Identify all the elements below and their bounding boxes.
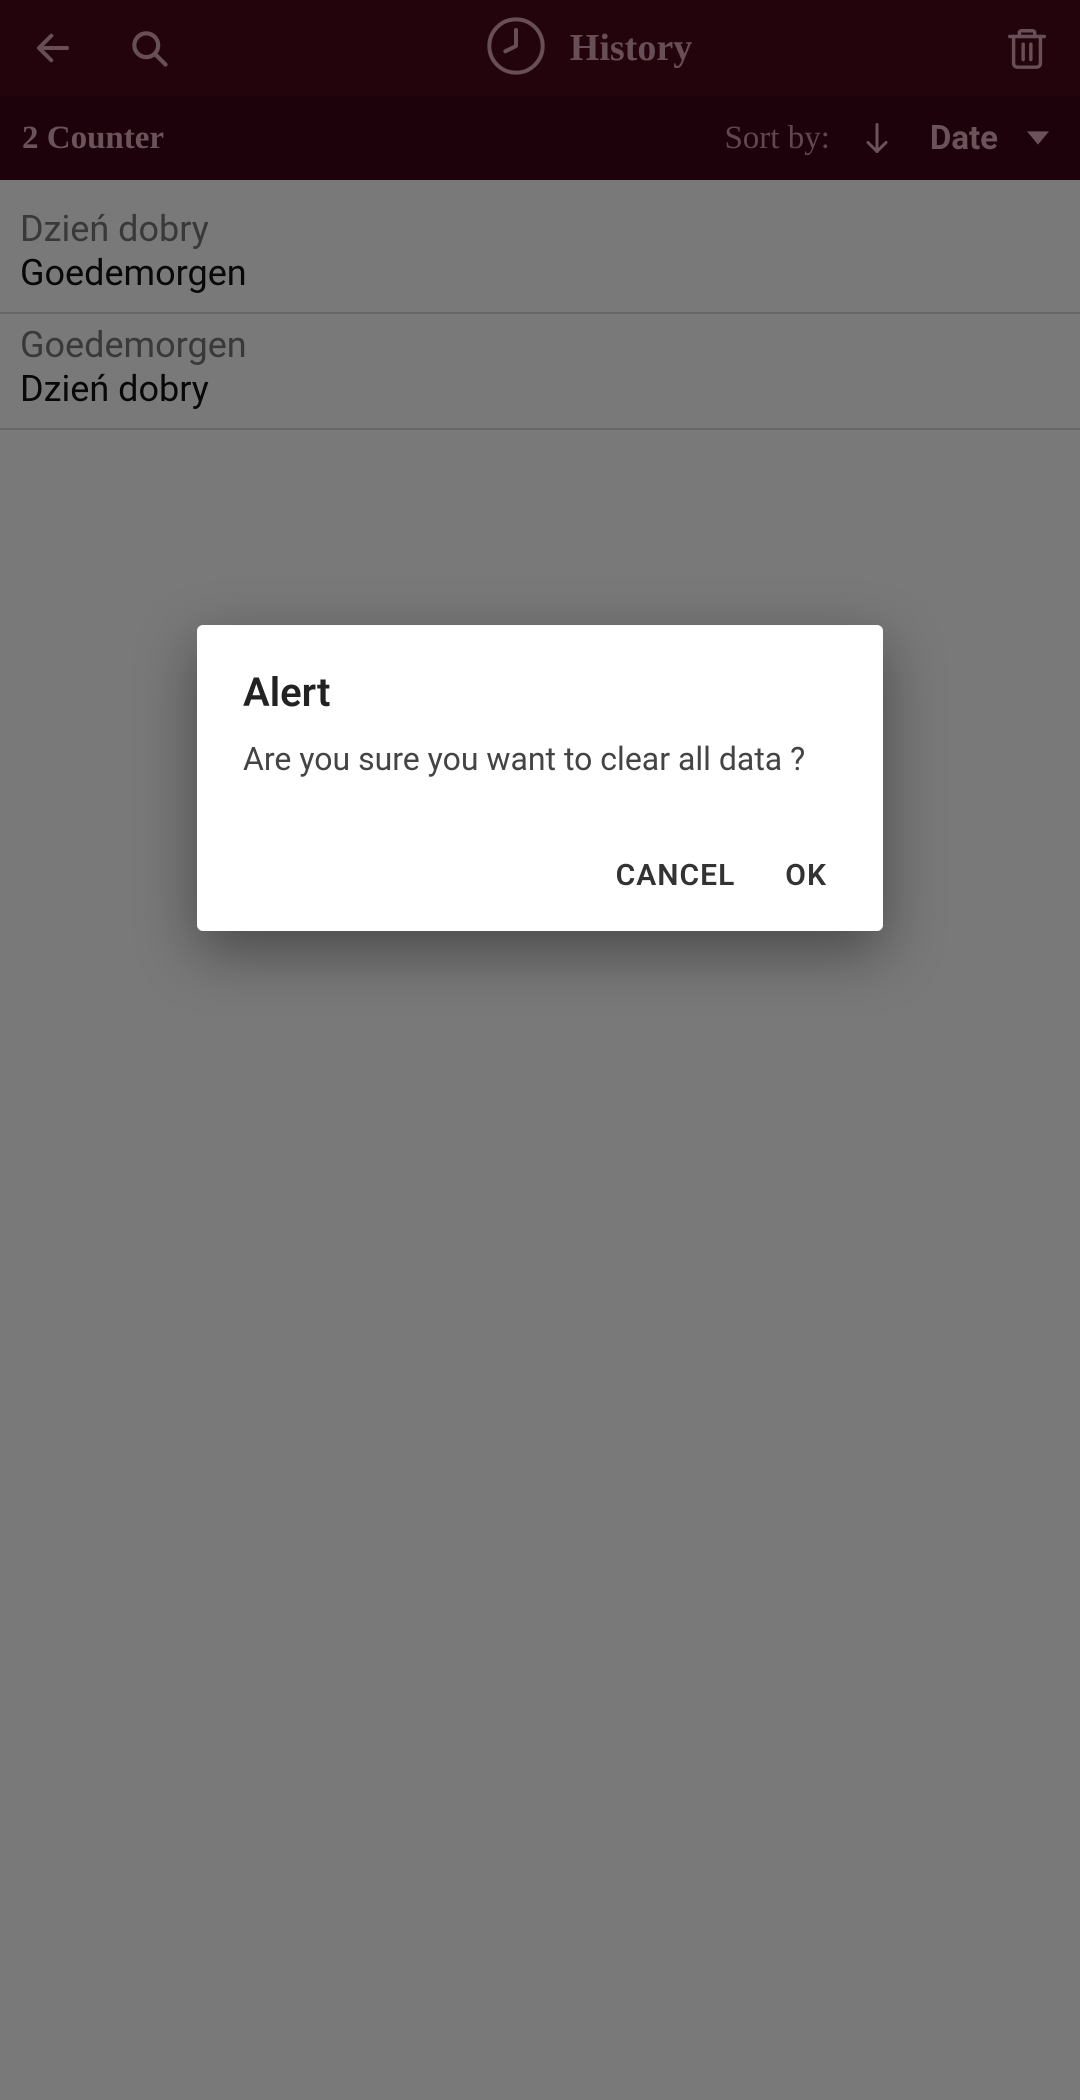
ok-button[interactable]: OK: [785, 858, 827, 893]
dialog-title: Alert: [243, 669, 837, 716]
alert-dialog: Alert Are you sure you want to clear all…: [197, 625, 883, 931]
dialog-message: Are you sure you want to clear all data …: [243, 740, 837, 778]
cancel-button[interactable]: CANCEL: [616, 858, 736, 893]
modal-scrim[interactable]: Alert Are you sure you want to clear all…: [0, 0, 1080, 2100]
dialog-actions: CANCEL OK: [243, 858, 837, 911]
